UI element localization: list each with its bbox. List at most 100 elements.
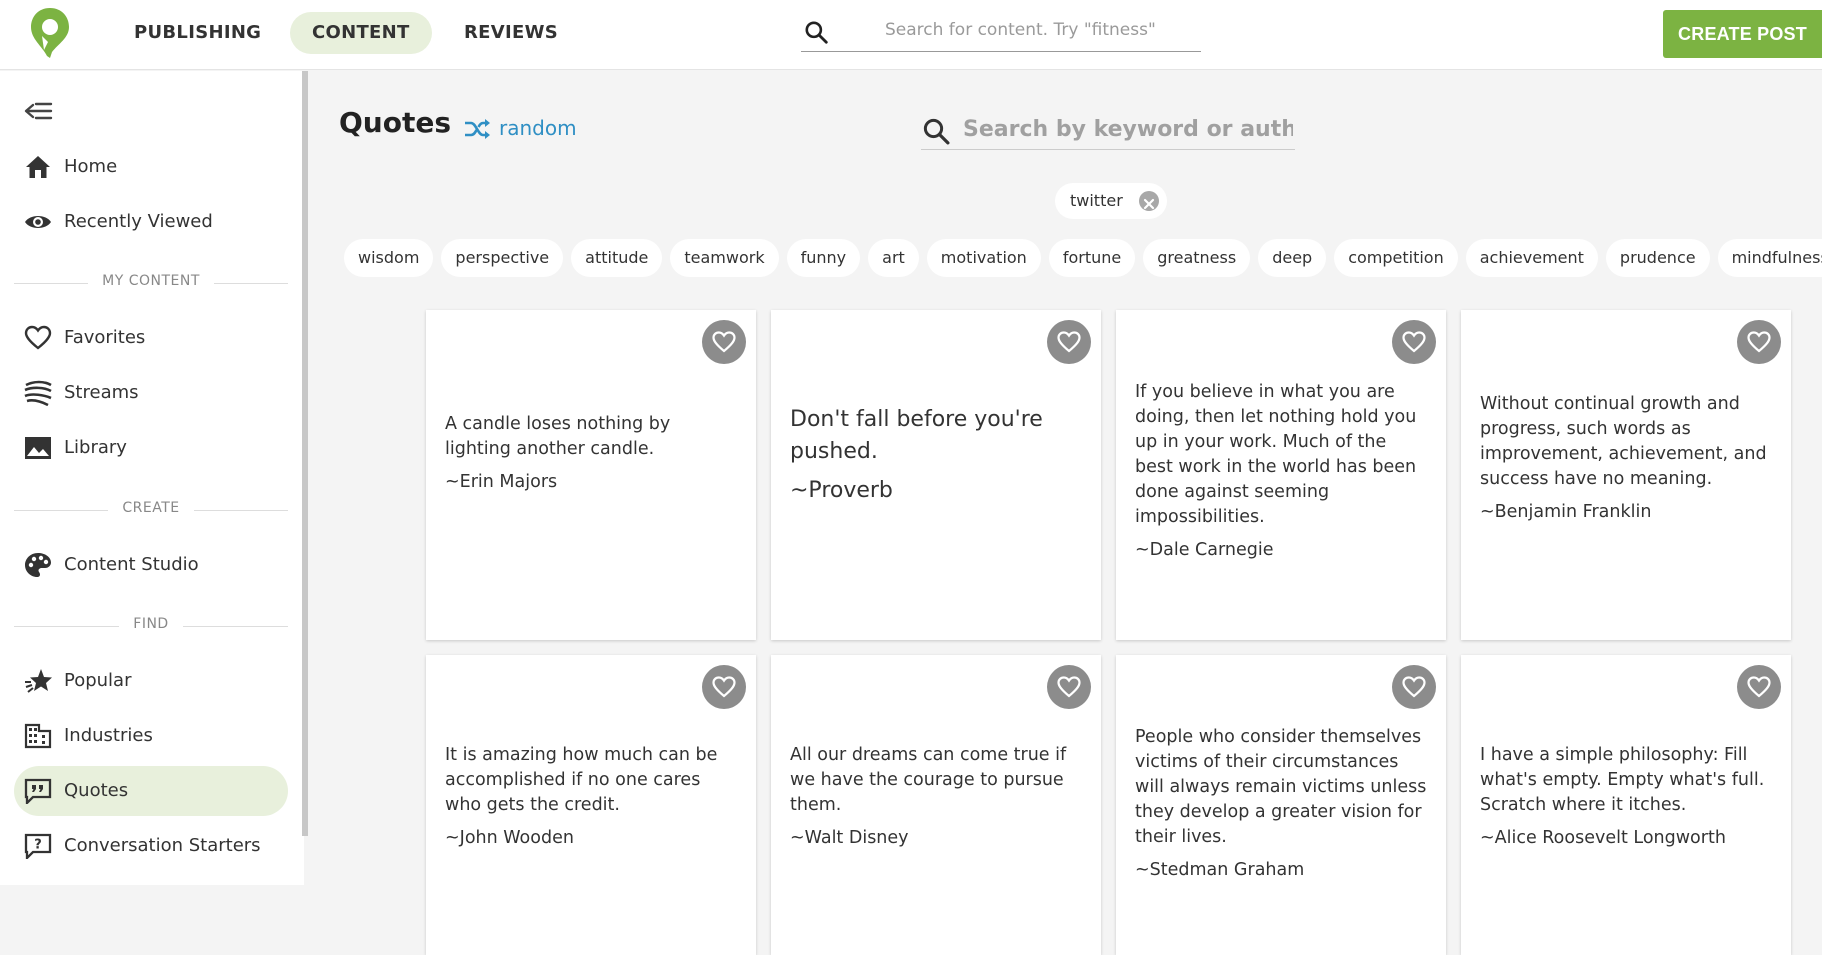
sidebar-item-content-studio[interactable]: Content Studio [14, 540, 288, 590]
quote-text: People who consider themselves victims o… [1135, 727, 1427, 847]
favorite-button[interactable] [702, 665, 746, 709]
tag-chip[interactable]: prudence [1605, 239, 1710, 277]
sidebar-item-label: Home [64, 156, 118, 177]
section-header-label: CREATE [108, 500, 194, 516]
quote-author: ~Walt Disney [790, 828, 909, 848]
sidebar-item-industries[interactable]: Industries [14, 711, 288, 761]
star-icon [25, 669, 52, 693]
heart-icon [1747, 331, 1771, 353]
section-header-find: FIND [14, 616, 288, 636]
random-label: random [499, 116, 577, 140]
collapse-sidebar-icon[interactable] [24, 98, 54, 124]
heart-icon [24, 325, 52, 350]
favorite-button[interactable] [1047, 665, 1091, 709]
sidebar-item-popular[interactable]: Popular [14, 656, 288, 706]
quote-text: Don't fall before you're pushed. [790, 407, 1043, 464]
quote-body: If you believe in what you are doing, th… [1135, 380, 1428, 560]
quote-text: All our dreams can come true if we have … [790, 745, 1067, 815]
sidebar-item-favorites[interactable]: Favorites [14, 313, 288, 363]
question-bubble-icon: ? [24, 833, 52, 859]
sidebar-item-label: Library [64, 437, 127, 458]
tag-chip[interactable]: motivation [926, 239, 1041, 277]
top-search [801, 12, 1201, 52]
top-search-input[interactable] [885, 16, 1185, 44]
sidebar [0, 71, 304, 885]
tag-chip[interactable]: attitude [571, 239, 663, 277]
tag-chip[interactable]: mindfulness [1717, 239, 1822, 277]
logo-icon[interactable] [28, 6, 72, 58]
top-bar: PUBLISHING CONTENT REVIEWS CREATE POST [0, 0, 1822, 70]
search-icon[interactable] [921, 116, 951, 146]
tag-chip[interactable]: deep [1258, 239, 1327, 277]
eye-icon [25, 216, 51, 228]
close-icon [1143, 198, 1154, 210]
sidebar-scrollbar[interactable] [302, 71, 308, 836]
quote-text: If you believe in what you are doing, th… [1135, 382, 1417, 527]
quote-card[interactable]: All our dreams can come true if we have … [771, 655, 1101, 955]
favorite-button[interactable] [1737, 320, 1781, 364]
sidebar-item-conversation-starters[interactable]: ? Conversation Starters [14, 821, 288, 871]
quote-body: All our dreams can come true if we have … [790, 743, 1083, 848]
create-post-button[interactable]: CREATE POST [1663, 10, 1822, 58]
quote-card[interactable]: If you believe in what you are doing, th… [1116, 310, 1446, 640]
quote-body: Don't fall before you're pushed. ~Proverb [790, 404, 1083, 503]
tag-chip[interactable]: teamwork [670, 239, 779, 277]
tag-chip[interactable]: competition [1334, 239, 1458, 277]
quote-card[interactable]: Don't fall before you're pushed. ~Proverb [771, 310, 1101, 640]
building-icon [24, 723, 52, 749]
tag-chip[interactable]: perspective [441, 239, 564, 277]
quote-author: ~John Wooden [445, 828, 574, 848]
quote-bubble-icon [24, 778, 52, 804]
active-filter-tag: twitter [1055, 183, 1167, 219]
favorite-button[interactable] [1392, 320, 1436, 364]
section-header-create: CREATE [14, 500, 288, 520]
tag-chip[interactable]: achievement [1465, 239, 1598, 277]
quote-body: A candle loses nothing by lighting anoth… [445, 412, 738, 492]
tag-chip[interactable]: wisdom [344, 239, 434, 277]
heart-icon [712, 331, 736, 353]
section-header-label: FIND [119, 616, 183, 632]
quote-search-input[interactable] [963, 112, 1293, 146]
quote-search [921, 108, 1295, 150]
palette-icon [25, 553, 51, 577]
sidebar-item-library[interactable]: Library [14, 423, 288, 473]
sidebar-item-streams[interactable]: Streams [14, 368, 288, 418]
tag-chip[interactable]: fortune [1048, 239, 1136, 277]
favorite-button[interactable] [702, 320, 746, 364]
quote-card[interactable]: People who consider themselves victims o… [1116, 655, 1446, 955]
quote-body: Without continual growth and progress, s… [1480, 392, 1773, 522]
favorite-button[interactable] [1047, 320, 1091, 364]
tab-content[interactable]: CONTENT [290, 12, 432, 54]
sidebar-item-recently-viewed[interactable]: Recently Viewed [14, 197, 288, 247]
heart-icon [1402, 331, 1426, 353]
sidebar-item-label: Industries [64, 725, 153, 746]
quote-card[interactable]: It is amazing how much can be accomplish… [426, 655, 756, 955]
active-filter-label: twitter [1070, 191, 1123, 210]
home-icon [26, 156, 50, 178]
sidebar-item-label: Content Studio [64, 554, 199, 575]
sidebar-item-label: Streams [64, 382, 139, 403]
tab-reviews[interactable]: REVIEWS [442, 12, 580, 54]
favorite-button[interactable] [1737, 665, 1781, 709]
quote-card[interactable]: A candle loses nothing by lighting anoth… [426, 310, 756, 640]
quote-body: I have a simple philosophy: Fill what's … [1480, 743, 1773, 848]
quote-author: ~Proverb [790, 478, 893, 503]
search-icon[interactable] [803, 19, 829, 45]
heart-icon [1402, 676, 1426, 698]
tag-chip[interactable]: greatness [1143, 239, 1251, 277]
tag-chip[interactable]: funny [786, 239, 861, 277]
tab-publishing[interactable]: PUBLISHING [112, 12, 283, 54]
sidebar-item-label: Recently Viewed [64, 211, 213, 232]
shuffle-icon [465, 119, 490, 139]
sidebar-item-label: Conversation Starters [64, 835, 261, 856]
favorite-button[interactable] [1392, 665, 1436, 709]
quote-card[interactable]: Without continual growth and progress, s… [1461, 310, 1791, 640]
remove-filter-button[interactable] [1138, 191, 1159, 211]
quote-body: People who consider themselves victims o… [1135, 725, 1428, 880]
sidebar-item-home[interactable]: Home [14, 142, 288, 192]
quote-card[interactable]: I have a simple philosophy: Fill what's … [1461, 655, 1791, 955]
quote-author: ~Dale Carnegie [1135, 540, 1274, 560]
tag-chip[interactable]: art [868, 239, 919, 277]
sidebar-item-quotes[interactable]: Quotes [14, 766, 288, 816]
page-title: Quotes [339, 106, 452, 139]
